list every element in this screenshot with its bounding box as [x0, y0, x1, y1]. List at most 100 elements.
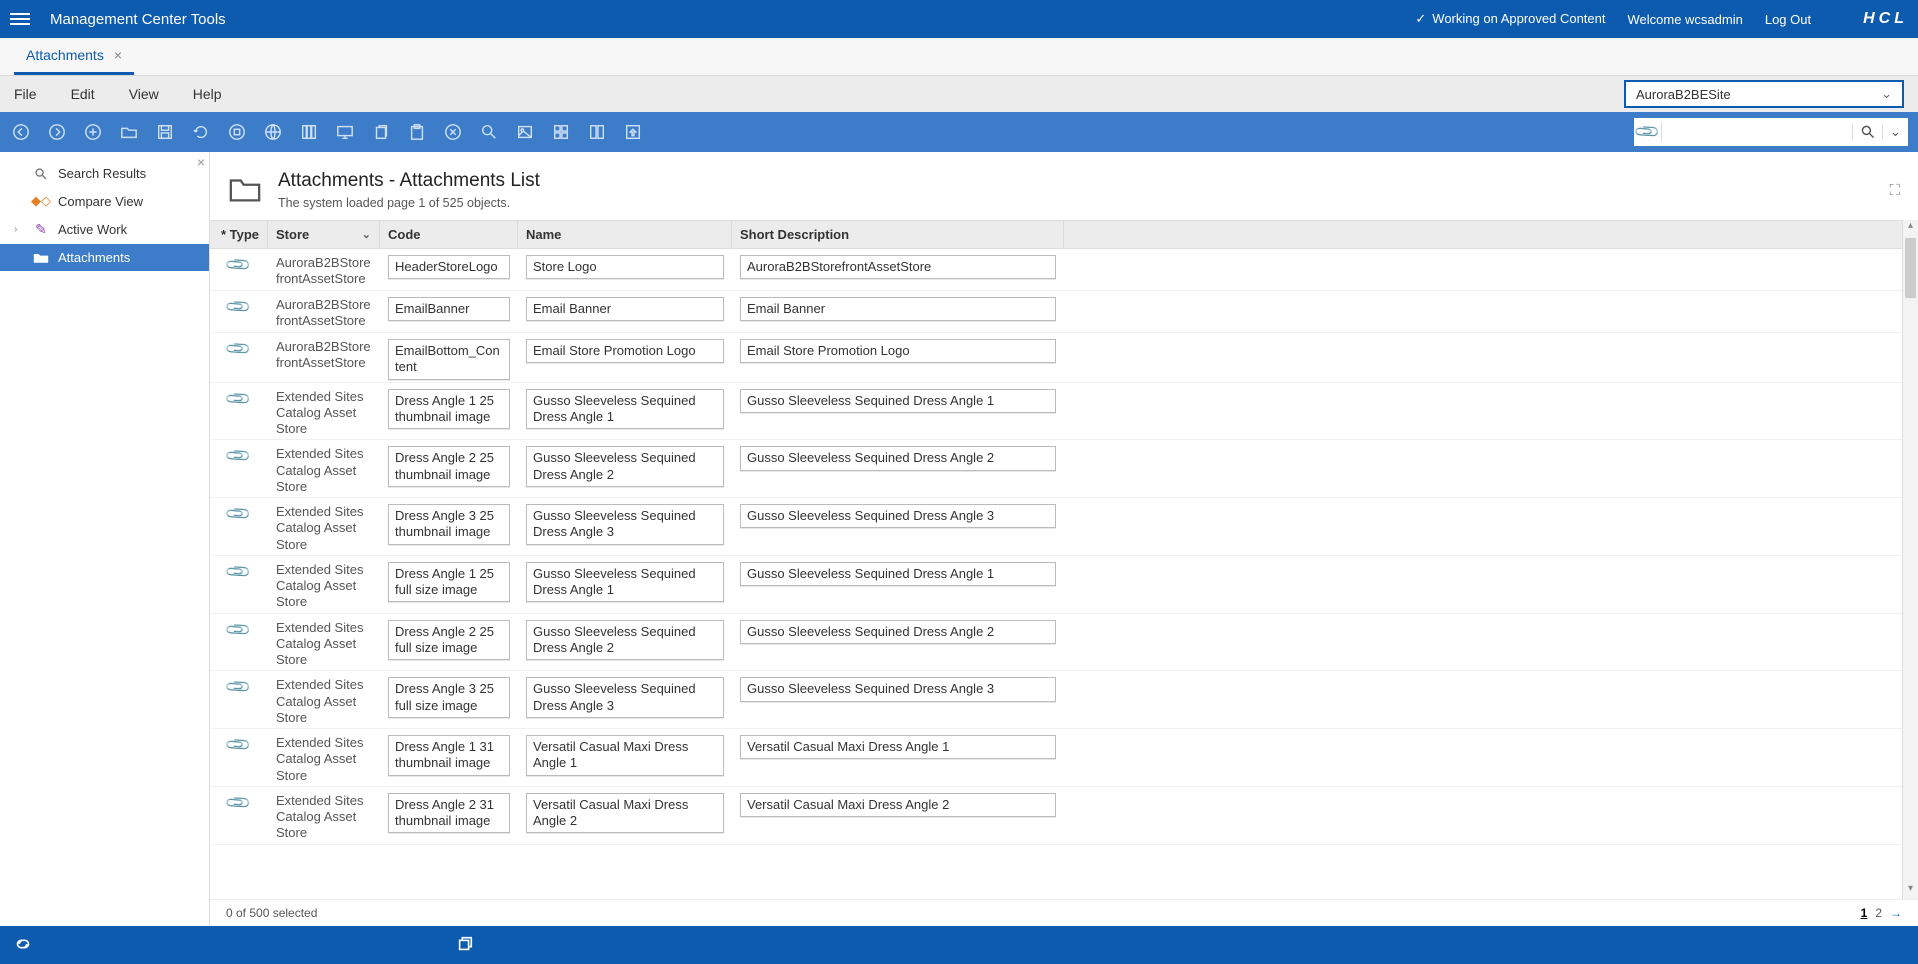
save-icon[interactable]	[154, 121, 176, 143]
menu-view[interactable]: View	[129, 86, 159, 102]
link-icon[interactable]	[12, 935, 34, 956]
table-row[interactable]: 📎Extended Sites Catalog Asset StoreDress…	[210, 440, 1918, 498]
grid-icon[interactable]	[550, 121, 572, 143]
split-icon[interactable]	[586, 121, 608, 143]
table-row[interactable]: 📎Extended Sites Catalog Asset StoreDress…	[210, 729, 1918, 787]
row-desc-input[interactable]: Gusso Sleeveless Sequined Dress Angle 3	[740, 677, 1056, 701]
row-desc-input[interactable]: Gusso Sleeveless Sequined Dress Angle 2	[740, 620, 1056, 644]
row-code-input[interactable]: Dress Angle 2 25 full size image	[388, 620, 510, 661]
copy-icon[interactable]	[370, 121, 392, 143]
table-row[interactable]: 📎AuroraB2BStorefrontAssetStoreHeaderStor…	[210, 249, 1918, 291]
row-name-input[interactable]: Gusso Sleeveless Sequined Dress Angle 1	[526, 389, 724, 430]
row-name-input[interactable]: Versatil Casual Maxi Dress Angle 2	[526, 793, 724, 834]
monitor-icon[interactable]	[334, 121, 356, 143]
page-1[interactable]: 1	[1861, 906, 1868, 920]
image-icon[interactable]	[514, 121, 536, 143]
col-header-store[interactable]: Store ⌄	[268, 221, 380, 248]
scroll-up-icon[interactable]: ▴	[1903, 220, 1918, 236]
table-row[interactable]: 📎Extended Sites Catalog Asset StoreDress…	[210, 556, 1918, 614]
search-input[interactable]	[1662, 119, 1852, 145]
vertical-scrollbar[interactable]: ▴ ▾	[1902, 220, 1918, 899]
row-code-input[interactable]: Dress Angle 2 31 thumbnail image	[388, 793, 510, 834]
row-desc-input[interactable]: Email Store Promotion Logo	[740, 339, 1056, 363]
zoom-icon[interactable]	[478, 121, 500, 143]
col-header-code[interactable]: Code	[380, 221, 518, 248]
row-code-input[interactable]: EmailBanner	[388, 297, 510, 321]
scroll-down-icon[interactable]: ▾	[1903, 883, 1918, 899]
paste-icon[interactable]	[406, 121, 428, 143]
sidebar-item-attachments[interactable]: Attachments	[0, 244, 209, 271]
row-desc-input[interactable]: Gusso Sleeveless Sequined Dress Angle 2	[740, 446, 1056, 470]
row-name-input[interactable]: Email Store Promotion Logo	[526, 339, 724, 363]
menu-edit[interactable]: Edit	[71, 86, 95, 102]
globe-icon[interactable]	[262, 121, 284, 143]
scroll-thumb[interactable]	[1905, 238, 1916, 298]
row-desc-input[interactable]: Versatil Casual Maxi Dress Angle 1	[740, 735, 1056, 759]
sidebar-item-compare-view[interactable]: ◆◇Compare View	[0, 187, 209, 215]
row-code-input[interactable]: EmailBottom_Content	[388, 339, 510, 380]
menu-help[interactable]: Help	[193, 86, 222, 102]
table-row[interactable]: 📎AuroraB2BStorefrontAssetStoreEmailBotto…	[210, 333, 1918, 383]
row-name-input[interactable]: Versatil Casual Maxi Dress Angle 1	[526, 735, 724, 776]
forward-icon[interactable]	[46, 121, 68, 143]
delete-icon[interactable]	[442, 121, 464, 143]
sidebar-item-search-results[interactable]: Search Results	[0, 160, 209, 187]
row-code-input[interactable]: Dress Angle 1 25 full size image	[388, 562, 510, 603]
refresh-icon[interactable]	[190, 121, 212, 143]
row-desc-input[interactable]: AuroraB2BStorefrontAssetStore	[740, 255, 1056, 279]
attachment-icon[interactable]: 📎	[1634, 122, 1662, 142]
add-icon[interactable]	[82, 121, 104, 143]
expand-icon[interactable]: ⛶	[1889, 182, 1900, 199]
sidebar-item-active-work[interactable]: ›✎Active Work	[0, 215, 209, 244]
tab-attachments[interactable]: Attachments ×	[14, 38, 134, 75]
row-code-input[interactable]: Dress Angle 1 31 thumbnail image	[388, 735, 510, 776]
table-row[interactable]: 📎Extended Sites Catalog Asset StoreDress…	[210, 671, 1918, 729]
row-code-input[interactable]: HeaderStoreLogo	[388, 255, 510, 279]
row-code-input[interactable]: Dress Angle 3 25 thumbnail image	[388, 504, 510, 545]
row-name-input[interactable]: Email Banner	[526, 297, 724, 321]
row-store: Extended Sites Catalog Asset Store	[268, 791, 380, 844]
open-icon[interactable]	[118, 121, 140, 143]
search-dropdown-icon[interactable]: ⌄	[1882, 124, 1908, 140]
next-page-icon[interactable]: →	[1890, 906, 1902, 920]
store-selector[interactable]: AuroraB2BESite ⌄	[1624, 80, 1904, 108]
columns-icon[interactable]	[298, 121, 320, 143]
back-icon[interactable]	[10, 121, 32, 143]
row-code-input[interactable]: Dress Angle 1 25 thumbnail image	[388, 389, 510, 430]
row-store: AuroraB2BStorefrontAssetStore	[268, 337, 380, 374]
stop-icon[interactable]	[226, 121, 248, 143]
row-desc-input[interactable]: Versatil Casual Maxi Dress Angle 2	[740, 793, 1056, 817]
restore-window-icon[interactable]	[454, 935, 476, 956]
search-icon[interactable]	[1852, 124, 1882, 140]
table-row[interactable]: 📎Extended Sites Catalog Asset StoreDress…	[210, 614, 1918, 672]
table-row[interactable]: 📎Extended Sites Catalog Asset StoreDress…	[210, 498, 1918, 556]
row-name-input[interactable]: Gusso Sleeveless Sequined Dress Angle 3	[526, 504, 724, 545]
close-sidebar-icon[interactable]: ×	[197, 154, 205, 170]
row-desc-input[interactable]: Gusso Sleeveless Sequined Dress Angle 1	[740, 389, 1056, 413]
row-type-icon: 📎	[210, 733, 268, 757]
row-name-input[interactable]: Gusso Sleeveless Sequined Dress Angle 3	[526, 677, 724, 718]
col-header-type[interactable]: * Type	[210, 221, 268, 248]
menu-file[interactable]: File	[14, 86, 37, 102]
export-icon[interactable]	[622, 121, 644, 143]
row-name-input[interactable]: Store Logo	[526, 255, 724, 279]
hamburger-icon[interactable]	[10, 10, 30, 28]
row-desc-input[interactable]: Gusso Sleeveless Sequined Dress Angle 1	[740, 562, 1056, 586]
col-header-desc[interactable]: Short Description	[732, 221, 1064, 248]
row-name-input[interactable]: Gusso Sleeveless Sequined Dress Angle 2	[526, 620, 724, 661]
row-code-input[interactable]: Dress Angle 3 25 full size image	[388, 677, 510, 718]
col-header-name[interactable]: Name	[518, 221, 732, 248]
table-row[interactable]: 📎Extended Sites Catalog Asset StoreDress…	[210, 383, 1918, 441]
row-desc-input[interactable]: Email Banner	[740, 297, 1056, 321]
row-name-input[interactable]: Gusso Sleeveless Sequined Dress Angle 1	[526, 562, 724, 603]
logout-link[interactable]: Log Out	[1765, 12, 1811, 27]
table-row[interactable]: 📎Extended Sites Catalog Asset StoreDress…	[210, 787, 1918, 845]
close-icon[interactable]: ×	[114, 47, 122, 63]
row-code-input[interactable]: Dress Angle 2 25 thumbnail image	[388, 446, 510, 487]
search-group: 📎 ⌄	[1634, 118, 1908, 146]
row-name-input[interactable]: Gusso Sleeveless Sequined Dress Angle 2	[526, 446, 724, 487]
row-desc-input[interactable]: Gusso Sleeveless Sequined Dress Angle 3	[740, 504, 1056, 528]
table-row[interactable]: 📎AuroraB2BStorefrontAssetStoreEmailBanne…	[210, 291, 1918, 333]
page-2[interactable]: 2	[1875, 906, 1882, 920]
selection-count: 0 of 500 selected	[226, 906, 317, 920]
